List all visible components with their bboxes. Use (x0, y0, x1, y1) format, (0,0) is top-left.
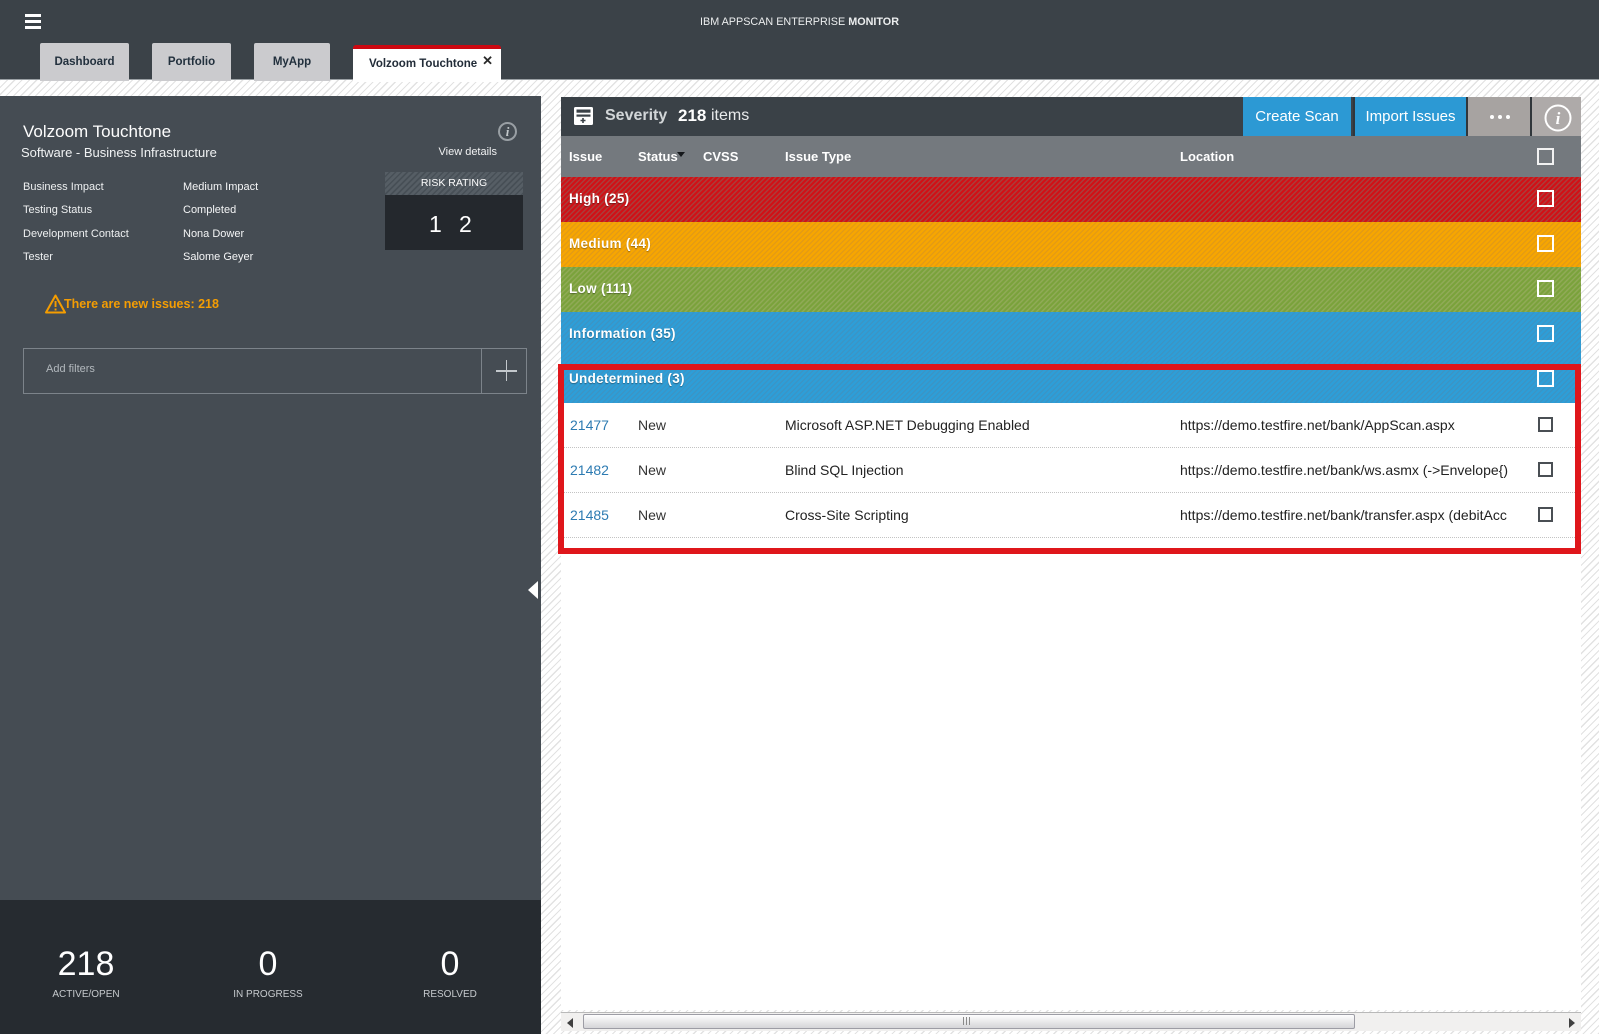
svg-text:i: i (1556, 109, 1561, 128)
